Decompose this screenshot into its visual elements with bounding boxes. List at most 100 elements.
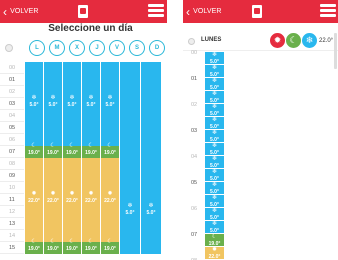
day-button-x[interactable]: X	[69, 40, 85, 56]
day-selector: LMXJVSD	[0, 39, 167, 57]
schedule-block[interactable]: ☾ 19.0°	[25, 143, 43, 158]
temperature-label: 19.0°	[85, 246, 97, 252]
half-hour-slot[interactable]: ❄ 5.0°	[205, 182, 224, 195]
schedule-block[interactable]: ☾ 19.0°	[44, 143, 62, 158]
eco-mode-button[interactable]: ☾	[286, 33, 301, 48]
day-button-v[interactable]: V	[109, 40, 125, 56]
day-button-j[interactable]: J	[89, 40, 105, 56]
hour-separator	[0, 193, 24, 194]
schedule-block[interactable]: ☾ 19.0°	[82, 143, 100, 158]
half-hour-slot[interactable]: ❄ 5.0°	[205, 104, 224, 117]
half-hour-slot[interactable]: ❄ 5.0°	[205, 52, 224, 65]
hamburger-menu-icon[interactable]	[320, 4, 336, 18]
schedule-block[interactable]: ☾ 19.0°	[63, 143, 81, 158]
snowflake-icon: ❄	[107, 95, 113, 101]
half-hour-slot[interactable]: ❄ 5.0°	[205, 208, 224, 221]
block-label: ☾ 19.0°	[82, 143, 100, 156]
schedule-block[interactable]: ✹ 22.0°	[63, 158, 81, 242]
hour-label: 03	[9, 101, 16, 107]
temperature-label: 19.0°	[104, 150, 116, 156]
half-hour-slot[interactable]: ❄ 5.0°	[205, 169, 224, 182]
temperature-label: 5.0°	[86, 102, 96, 108]
back-button[interactable]: ‹ VOLVER	[3, 0, 39, 23]
half-hour-slot[interactable]: ❄ 5.0°	[205, 65, 224, 78]
schedule-block[interactable]: ☾ 19.0°	[25, 239, 43, 254]
half-hour-slot[interactable]: ❄ 5.0°	[205, 117, 224, 130]
temperature-label: 22.0°	[47, 198, 59, 204]
half-hour-slot[interactable]: ❄ 5.0°	[205, 195, 224, 208]
schedule-block[interactable]: ✹ 22.0°	[44, 158, 62, 242]
hour-separator	[0, 121, 24, 122]
half-hour-slot[interactable]: ✹ 22.0°	[205, 247, 224, 260]
schedule-block[interactable]: ❄ 5.0°	[101, 62, 119, 146]
day-button-l[interactable]: L	[29, 40, 45, 56]
moon-icon: ☾	[107, 143, 113, 149]
hour-label: 07	[9, 149, 16, 155]
app-logo-icon	[78, 5, 88, 18]
back-button[interactable]: ‹ VOLVER	[186, 0, 222, 23]
schedule-block[interactable]: ☾ 19.0°	[82, 239, 100, 254]
hour-separator	[0, 85, 24, 86]
scrollbar[interactable]	[334, 33, 337, 69]
schedule-block[interactable]: ✹ 22.0°	[82, 158, 100, 242]
top-bar: ‹ VOLVER	[183, 0, 338, 23]
comfort-mode-button[interactable]: ✹	[270, 33, 285, 48]
hour-label: 12	[9, 209, 16, 215]
snowflake-icon: ❄	[305, 35, 314, 45]
snowflake-icon: ❄	[211, 104, 218, 110]
temperature-label: 19.0°	[47, 246, 59, 252]
schedule-block[interactable]: ❄ 5.0°	[120, 62, 140, 254]
hour-label: 03	[191, 128, 198, 134]
half-hour-slot[interactable]: ❄ 5.0°	[205, 91, 224, 104]
day-button-d[interactable]: D	[149, 40, 165, 56]
schedule-block[interactable]: ☾ 19.0°	[101, 143, 119, 158]
temperature-label: 5.0°	[29, 102, 39, 108]
block-label: ☾ 19.0°	[82, 239, 100, 252]
low-mode-button[interactable]: ❄	[302, 33, 317, 48]
snowflake-icon: ❄	[211, 52, 218, 58]
block-label: ☾ 19.0°	[25, 239, 43, 252]
half-hour-slot[interactable]: ❄ 5.0°	[205, 143, 224, 156]
schedule-block[interactable]: ☾ 19.0°	[44, 239, 62, 254]
schedule-block[interactable]: ❄ 5.0°	[82, 62, 100, 146]
hour-label: 02	[9, 89, 16, 95]
schedule-block[interactable]: ☾ 19.0°	[101, 239, 119, 254]
screenshot-root: ‹ VOLVER Seleccione un día LMXJVSD 00 01 0…	[0, 0, 338, 260]
snowflake-icon: ❄	[211, 91, 218, 97]
half-hour-slot[interactable]: ☾ 19.0°	[205, 234, 224, 247]
sun-icon: ✹	[273, 35, 282, 45]
block-label: ✹ 22.0°	[44, 191, 62, 204]
schedule-block[interactable]: ☾ 19.0°	[63, 239, 81, 254]
temperature-label: 22.0°	[28, 198, 40, 204]
snowflake-icon: ❄	[31, 95, 37, 101]
day-button-m[interactable]: M	[49, 40, 65, 56]
sun-icon: ✹	[107, 191, 113, 197]
half-hour-slot[interactable]: ❄ 5.0°	[205, 130, 224, 143]
schedule-block[interactable]: ❄ 5.0°	[63, 62, 81, 146]
schedule-block[interactable]: ❄ 5.0°	[25, 62, 43, 146]
schedule-block[interactable]: ❄ 5.0°	[44, 62, 62, 146]
hour-separator	[0, 217, 24, 218]
moon-icon: ☾	[50, 239, 56, 245]
select-all-toggle[interactable]	[5, 44, 13, 52]
day-button-s[interactable]: S	[129, 40, 145, 56]
snowflake-icon: ❄	[211, 156, 218, 162]
hamburger-menu-icon[interactable]	[148, 4, 164, 18]
hour-label: 01	[191, 76, 198, 82]
snowflake-icon: ❄	[148, 203, 154, 209]
schedule-block[interactable]: ❄ 5.0°	[141, 62, 161, 254]
schedule-block[interactable]: ✹ 22.0°	[101, 158, 119, 242]
half-hour-slot[interactable]: ❄ 5.0°	[205, 221, 224, 234]
hour-label: 04	[9, 113, 16, 119]
schedule-block[interactable]: ✹ 22.0°	[25, 158, 43, 242]
half-hour-slot[interactable]: ❄ 5.0°	[205, 156, 224, 169]
block-label: ❄ 5.0°	[63, 95, 81, 108]
snowflake-icon: ❄	[211, 221, 218, 227]
block-label: ✹ 22.0°	[63, 191, 81, 204]
day-select-toggle[interactable]	[188, 38, 195, 45]
temperature-label: 5.0°	[48, 102, 58, 108]
hour-separator	[0, 181, 24, 182]
day-name: LUNES	[201, 37, 222, 43]
half-hour-slot[interactable]: ❄ 5.0°	[205, 78, 224, 91]
hour-label: 01	[9, 77, 16, 83]
